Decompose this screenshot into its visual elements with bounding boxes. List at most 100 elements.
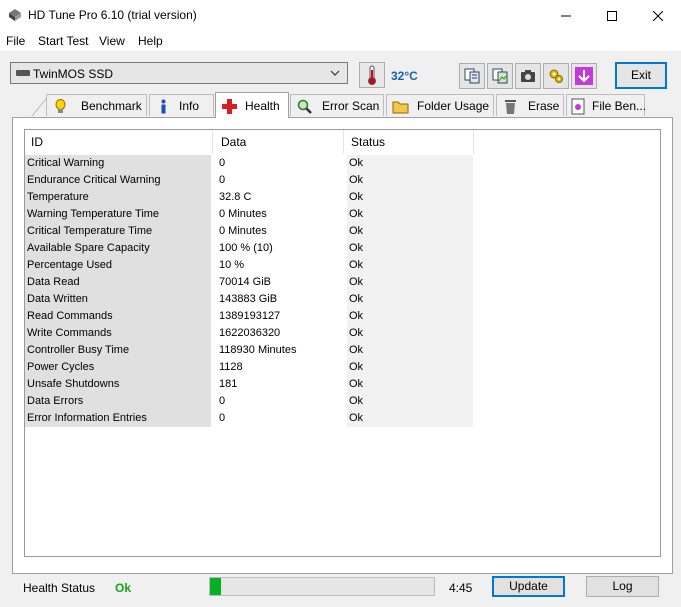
table-row[interactable]: Percentage Used 10 % Ok — [25, 257, 660, 274]
cell-id: Unsafe Shutdowns — [25, 376, 211, 393]
screenshot-button[interactable] — [515, 63, 541, 89]
cell-data: 1128 — [219, 361, 243, 373]
lightbulb-icon — [55, 99, 66, 113]
tab-strip-edge — [31, 94, 50, 116]
trash-icon — [505, 100, 516, 114]
column-divider[interactable] — [343, 130, 344, 154]
log-button[interactable]: Log — [586, 576, 659, 597]
settings-button[interactable] — [543, 63, 569, 89]
drive-select[interactable]: TwinMOS SSD — [10, 62, 348, 84]
minimize-icon — [561, 15, 571, 16]
table-row[interactable]: Temperature 32.8 C Ok — [25, 189, 660, 206]
cell-data: 1622036320 — [219, 327, 281, 339]
column-divider[interactable] — [212, 130, 213, 154]
cell-id: Error Information Entries — [25, 410, 211, 427]
table-row[interactable]: Available Spare Capacity 100 % (10) Ok — [25, 240, 660, 257]
tab-file-benchmark[interactable]: File Ben... — [566, 94, 647, 116]
cell-data: 0 — [219, 157, 226, 169]
tab-label: Erase — [528, 99, 560, 113]
cell-data: 1389193127 — [219, 310, 281, 322]
table-row[interactable]: Unsafe Shutdowns 181 Ok — [25, 376, 660, 393]
table-row[interactable]: Data Errors 0 Ok — [25, 393, 660, 410]
table-row[interactable]: Write Commands 1622036320 Ok — [25, 325, 660, 342]
table-row[interactable]: Critical Warning 0 Ok — [25, 155, 660, 172]
table-row[interactable]: Power Cycles 1128 Ok — [25, 359, 660, 376]
column-header-id[interactable]: ID — [25, 130, 211, 154]
time-readout: 4:45 — [449, 581, 473, 595]
column-header-data[interactable]: Data — [215, 130, 343, 154]
cell-status: Ok — [347, 308, 473, 325]
tab-label: File Ben... — [592, 99, 647, 113]
menu-help[interactable]: Help — [138, 34, 163, 48]
tab-erase[interactable]: Erase — [496, 94, 564, 116]
table-row[interactable]: Critical Temperature Time 0 Minutes Ok — [25, 223, 660, 240]
cell-status: Ok — [347, 291, 473, 308]
cell-data: 118930 Minutes — [219, 344, 297, 356]
menu-view[interactable]: View — [99, 34, 125, 48]
copy-screen-button[interactable] — [487, 63, 513, 89]
cell-data: 10 % — [219, 259, 245, 271]
drive-label: TwinMOS SSD — [33, 67, 114, 81]
tab-health[interactable]: Health — [215, 92, 289, 118]
health-panel: ID Data Status Critical Warning 0 Ok Endura… — [12, 117, 673, 574]
exit-button[interactable]: Exit — [615, 62, 667, 89]
tab-info[interactable]: Info — [149, 94, 214, 116]
thermometer-button[interactable] — [359, 62, 385, 88]
cell-id: Power Cycles — [25, 359, 211, 376]
copy-screen-icon — [492, 68, 508, 84]
table-row[interactable]: Data Read 70014 GiB Ok — [25, 274, 660, 291]
download-button[interactable] — [571, 63, 597, 89]
cell-data: 0 Minutes — [219, 208, 267, 220]
cell-data: 181 — [219, 378, 238, 390]
copy-text-icon — [464, 68, 480, 84]
tab-label: Folder Usage — [417, 99, 490, 113]
tab-benchmark[interactable]: Benchmark — [46, 94, 147, 116]
cell-data: 143883 GiB — [219, 293, 278, 305]
copy-text-button[interactable] — [459, 63, 485, 89]
cell-id: Read Commands — [25, 308, 211, 325]
menu-start-test[interactable]: Start Test — [38, 34, 88, 48]
progress-bar — [209, 577, 435, 596]
cell-data: 100 % (10) — [219, 242, 273, 254]
table-row[interactable]: Controller Busy Time 118930 Minutes Ok — [25, 342, 660, 359]
file-benchmark-icon — [571, 98, 585, 115]
title-bar: HD Tune Pro 6.10 (trial version) — [0, 0, 681, 31]
tab-label: Info — [179, 99, 200, 113]
table-row[interactable]: Warning Temperature Time 0 Minutes Ok — [25, 206, 660, 223]
window-title: HD Tune Pro 6.10 (trial version) — [28, 8, 197, 22]
cell-id: Endurance Critical Warning — [25, 172, 211, 189]
cell-data: 32.8 C — [219, 191, 252, 203]
tab-label: Health — [245, 99, 280, 113]
cell-id: Data Read — [25, 274, 211, 291]
close-button[interactable] — [635, 0, 681, 31]
tab-error-scan[interactable]: Error Scan — [290, 94, 384, 116]
table-row[interactable]: Error Information Entries 0 Ok — [25, 410, 660, 427]
app-icon — [9, 9, 21, 21]
health-status-label: Health Status — [23, 581, 96, 595]
chevron-down-icon — [330, 70, 340, 76]
minimize-button[interactable] — [543, 0, 589, 31]
table-row[interactable]: Endurance Critical Warning 0 Ok — [25, 172, 660, 189]
column-divider[interactable] — [473, 130, 474, 154]
table-row[interactable]: Data Written 143883 GiB Ok — [25, 291, 660, 308]
menu-bar: File Start Test View Help — [0, 31, 681, 51]
cell-status: Ok — [347, 342, 473, 359]
maximize-button[interactable] — [589, 0, 635, 31]
thermometer-icon — [368, 65, 376, 85]
maximize-icon — [607, 10, 617, 21]
table-row[interactable]: Read Commands 1389193127 Ok — [25, 308, 660, 325]
update-button[interactable]: Update — [492, 576, 565, 597]
drive-icon — [16, 70, 30, 76]
cell-status: Ok — [347, 206, 473, 223]
cell-status: Ok — [347, 410, 473, 427]
column-header-status[interactable]: Status — [345, 130, 473, 154]
table-header: ID Data Status — [25, 130, 660, 154]
menu-file[interactable]: File — [6, 34, 25, 48]
cell-status: Ok — [347, 359, 473, 376]
folder-icon — [392, 101, 409, 114]
health-table[interactable]: ID Data Status Critical Warning 0 Ok Endura… — [24, 129, 661, 557]
tab-folder-usage[interactable]: Folder Usage — [386, 94, 494, 116]
cell-id: Percentage Used — [25, 257, 211, 274]
magnifier-icon — [297, 99, 312, 114]
cell-data: 0 — [219, 174, 226, 186]
